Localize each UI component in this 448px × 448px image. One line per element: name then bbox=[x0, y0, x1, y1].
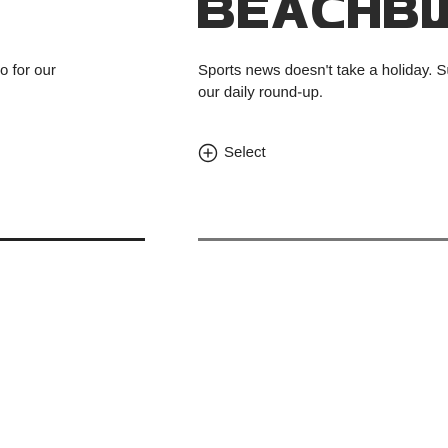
newsletter-description-line-1: Sports news doesn't take a holiday. Subs… bbox=[198, 62, 448, 79]
newsletter-card: Sports news doesn't take a holiday. Subs… bbox=[198, 0, 448, 448]
newsletter-logo bbox=[198, 0, 448, 28]
select-label: Select bbox=[224, 144, 266, 161]
previous-card-divider bbox=[0, 238, 145, 241]
newsletter-description: Sports news doesn't take a holiday. Subs… bbox=[198, 60, 448, 104]
select-newsletter-button[interactable]: Select bbox=[198, 143, 266, 163]
plus-circle-icon bbox=[198, 143, 218, 163]
newsletter-description-line-2: our daily round-up. bbox=[198, 84, 324, 101]
newsletter-card-divider bbox=[198, 238, 448, 241]
previous-card-description: o for our bbox=[0, 62, 56, 79]
previous-newsletter-card: o for our bbox=[0, 0, 150, 448]
